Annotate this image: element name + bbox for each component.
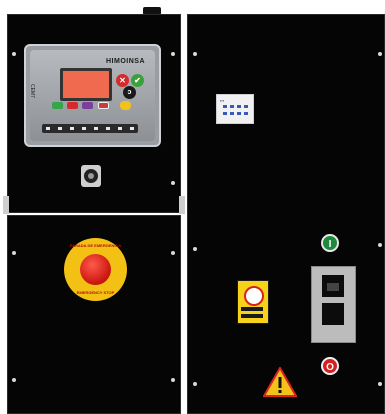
stop-button[interactable]: ✕ [116,74,129,87]
isolator-lever[interactable] [327,283,339,291]
mode-button-manual[interactable] [67,102,78,109]
mode-button-block[interactable] [98,102,109,109]
isolator-switch[interactable] [311,266,356,343]
warning-triangle-icon [263,367,297,397]
right-door [187,14,385,414]
mode-button-auto[interactable] [52,102,63,109]
emergency-stop-text-bottom: EMERGENCY STOP [76,290,115,295]
controller-face: HIMOINSA CEM7 ✕ ✔ ᴐ [29,50,155,141]
mode-button-test[interactable] [82,102,93,109]
hinge-left [3,196,9,214]
key-switch-icon[interactable] [81,165,101,187]
start-button[interactable]: ✔ [131,74,144,87]
controller-display [60,68,112,101]
emergency-stop-label-ring: PARADA DE EMERGENCIA EMERGENCY STOP [64,238,127,301]
controller-brand: HIMOINSA [106,58,145,65]
reset-button[interactable] [120,101,131,110]
hinge-mid [179,196,185,214]
controller-model-label: CEM7 [29,84,35,98]
info-label-header: ▪▪▪ [220,98,225,103]
on-indicator[interactable]: I [321,234,339,252]
generator-controller: HIMOINSA CEM7 ✕ ✔ ᴐ [24,44,161,147]
status-led-bar [42,124,138,133]
key-switch-ring [84,169,98,183]
info-label-card: ▪▪▪ [216,94,254,124]
off-indicator[interactable]: O [321,357,339,375]
no-access-sign-icon [237,280,269,324]
emergency-stop-button[interactable] [80,254,111,285]
confirm-button[interactable]: ᴐ [123,86,136,99]
key-switch-core [88,173,94,179]
no-access-circle [244,286,264,306]
emergency-stop-text-top: PARADA DE EMERGENCIA [69,243,122,248]
